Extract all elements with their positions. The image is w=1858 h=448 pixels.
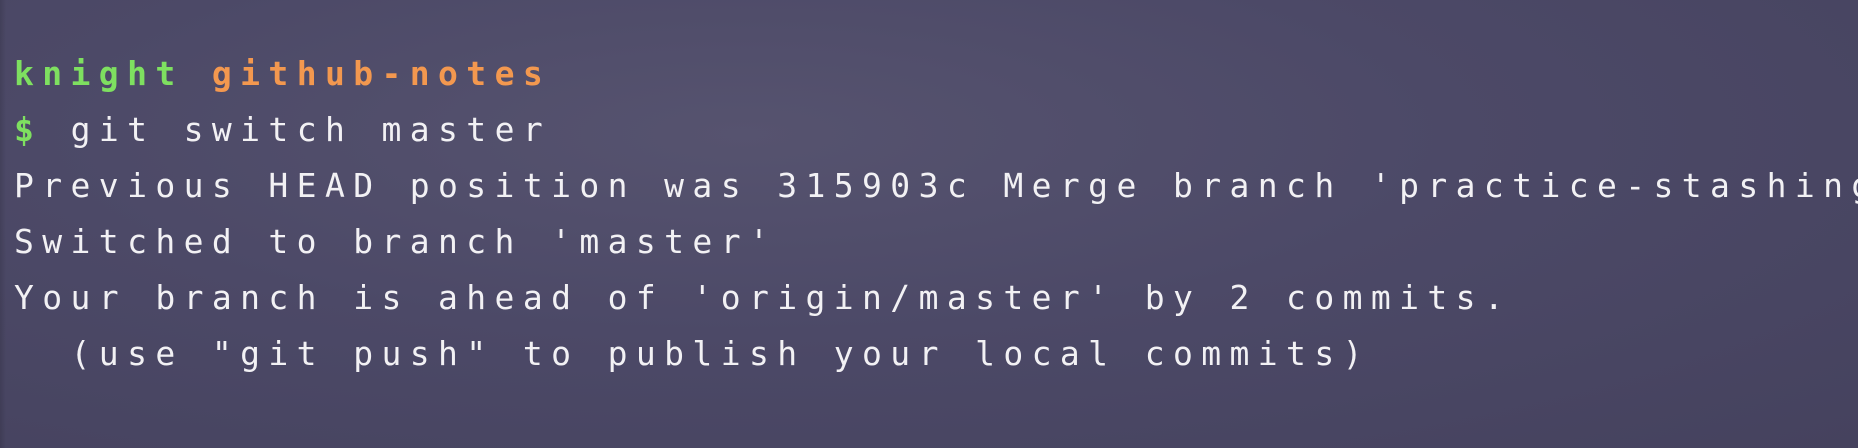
- command-text: git switch master: [70, 110, 552, 149]
- terminal-window[interactable]: knight github-notes $ git switch master …: [0, 0, 1858, 448]
- output-line: (use "git push" to publish your local co…: [14, 334, 1371, 373]
- prompt-symbol: $: [14, 110, 43, 149]
- prompt-user: knight: [14, 54, 184, 93]
- window-edge: [0, 0, 6, 448]
- prompt-directory: github-notes: [211, 54, 552, 93]
- output-line: Your branch is ahead of 'origin/master' …: [14, 278, 1513, 317]
- prompt-header: knight github-notes: [14, 46, 1858, 102]
- output-line: Previous HEAD position was 315903c Merge…: [14, 166, 1858, 205]
- output-line: Switched to branch 'master': [14, 222, 778, 261]
- command-line[interactable]: $ git switch master: [14, 102, 1858, 158]
